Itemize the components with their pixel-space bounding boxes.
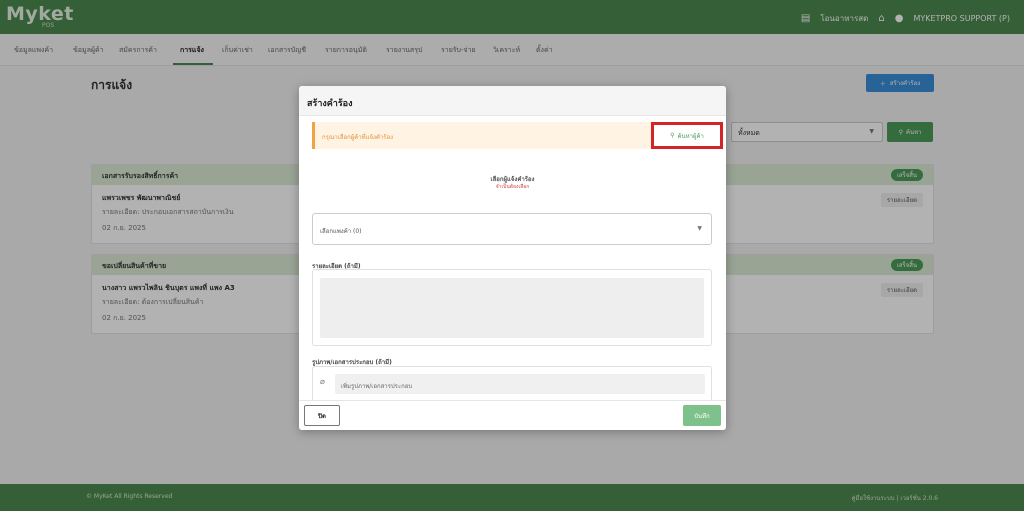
- modal-header: สร้างคำร้อง: [299, 86, 726, 116]
- save-button[interactable]: บันทึก: [683, 405, 721, 426]
- stall-select-placeholder: เลือกแพงค้า (0): [320, 228, 362, 235]
- create-request-modal: สร้างคำร้อง กรุณาเลือกผู้ค้าที่แจ้งคำร้อ…: [299, 86, 726, 430]
- paperclip-icon: ⌀: [320, 377, 325, 386]
- find-vendor-label: ค้นหาผู้ค้า: [677, 132, 704, 140]
- detail-field-wrapper: [312, 269, 712, 346]
- detail-textarea[interactable]: [320, 278, 704, 338]
- stall-select[interactable]: เลือกแพงค้า (0) ▼: [312, 213, 712, 245]
- vendor-warning-text: กรุณาเลือกผู้ค้าที่แจ้งคำร้อง: [322, 134, 394, 141]
- chevron-down-icon: ▼: [697, 225, 702, 232]
- vendor-warning-alert: กรุณาเลือกผู้ค้าที่แจ้งคำร้อง: [312, 122, 651, 149]
- modal-title: สร้างคำร้อง: [307, 99, 353, 109]
- attachment-input[interactable]: เพิ่มรูปภาพ/เอกสารประกอบ: [335, 374, 705, 394]
- close-button[interactable]: ปิด: [304, 405, 340, 426]
- attachment-placeholder: เพิ่มรูปภาพ/เอกสารประกอบ: [341, 383, 413, 390]
- attachment-wrapper: ⌀ เพิ่มรูปภาพ/เอกสารประกอบ: [312, 366, 712, 400]
- modal-footer: ปิด บันทึก: [299, 400, 726, 430]
- find-vendor-button[interactable]: ⚲ ค้นหาผู้ค้า: [651, 122, 723, 149]
- required-hint: จำเป็นต้องเลือก: [495, 184, 530, 190]
- search-icon: ⚲: [670, 132, 675, 139]
- modal-body: กรุณาเลือกผู้ค้าที่แจ้งคำร้อง ⚲ ค้นหาผู้…: [299, 116, 726, 400]
